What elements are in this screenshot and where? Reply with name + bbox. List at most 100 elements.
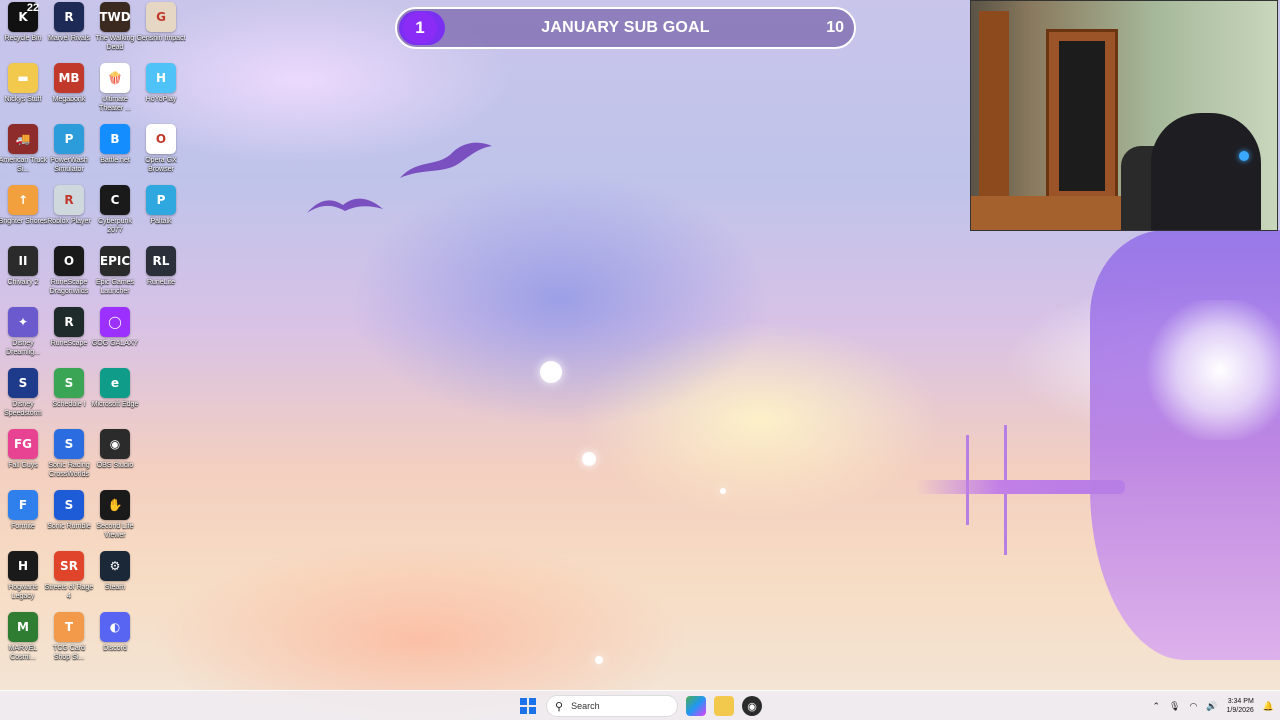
hoyoplay-icon: H [146, 63, 176, 93]
desktop-shortcut-label: Hogwarts Legacy [8, 584, 38, 600]
floating-island [1090, 230, 1280, 660]
desktop-shortcut[interactable]: C Cyberpunk 2077 [92, 183, 138, 244]
desktop-shortcut[interactable]: H HoYoPlay [138, 61, 184, 122]
closet-door [979, 11, 1009, 226]
desktop-shortcut[interactable]: S Sonic Racing CrossWorlds [46, 427, 92, 488]
desktop-shortcut-label: Chivalry 2 [7, 279, 39, 286]
empty-slot [138, 488, 184, 549]
desktop-shortcut-label: HoYoPlay [145, 96, 177, 103]
desktop-shortcut[interactable]: TWD The Walking Dead [92, 0, 138, 61]
desktop-shortcut-label: Cyberpunk 2077 [98, 218, 132, 234]
desktop-shortcut[interactable]: H Hogwarts Legacy [0, 549, 46, 610]
taskbar-clock[interactable]: 3:34 PM 1/9/2026 [1227, 697, 1254, 715]
desktop-shortcut-label: Second Life Viewer [96, 523, 134, 539]
desktop-shortcut[interactable]: ✋ Second Life Viewer [92, 488, 138, 549]
empty-slot [138, 366, 184, 427]
desktop-shortcut[interactable]: ✦ Disney Dreamlig... [0, 305, 46, 366]
desktop-shortcut[interactable]: MB Megabonk [46, 61, 92, 122]
desktop-shortcut[interactable]: T TCG Card Shop Si... [46, 610, 92, 671]
marvel-cosmic-icon: M [8, 612, 38, 642]
desktop-shortcut[interactable]: O RuneScape Dragonwilds [46, 244, 92, 305]
start-button[interactable] [520, 698, 536, 714]
system-tray: ⌃ 🎙 ◠ 🔊 3:34 PM 1/9/2026 🔔 [1152, 691, 1274, 720]
desktop-shortcut-label: Brighter Shores [0, 218, 48, 225]
schedule-icon: S [54, 368, 84, 398]
obs-icon: ◉ [100, 429, 130, 459]
desktop-shortcut-label: Schedule I [52, 401, 86, 408]
desktop-shortcut-label: RuneScape [50, 340, 88, 347]
desktop-shortcut[interactable]: K22Recycle Bin [0, 0, 46, 61]
clock-time: 3:34 PM [1227, 698, 1254, 705]
desktop-shortcut-label: TCG Card Shop Si... [53, 645, 85, 661]
desktop-shortcut[interactable]: ⚙ Steam [92, 549, 138, 610]
desktop-shortcut[interactable]: S Disney Speedstorm [0, 366, 46, 427]
desktop-shortcut[interactable]: FG Fall Guys [0, 427, 46, 488]
desktop-shortcut[interactable]: R Roblox Player [46, 183, 92, 244]
desktop-shortcut[interactable]: P PowerWash Simulator [46, 122, 92, 183]
desktop-shortcut-label: Disney Dreamlig... [6, 340, 40, 356]
taskbar-search[interactable]: ⚲ Search [546, 695, 678, 717]
speaker-icon[interactable]: 🔊 [1206, 701, 1217, 712]
wifi-icon[interactable]: ◠ [1189, 701, 1197, 712]
desktop-shortcut-label: RuneLite [146, 279, 176, 286]
desktop-shortcut[interactable]: M MARVEL Cosmi... [0, 610, 46, 671]
notification-bell-icon[interactable]: 🔔 [1263, 701, 1274, 712]
desktop-shortcut[interactable]: ◯ GOG GALAXY [92, 305, 138, 366]
desktop-shortcut-label: Sonic Racing CrossWorlds [48, 462, 90, 478]
desktop-shortcut-label: Megabonk [52, 96, 86, 103]
desktop-shortcut[interactable]: R Marvel Rivals [46, 0, 92, 61]
desktop-shortcut-label: Roblox Player [47, 218, 91, 225]
desktop-shortcut[interactable]: 🍿 Ultimate Theater ... [92, 61, 138, 122]
speedstorm-icon: S [8, 368, 38, 398]
megabonk-icon: MB [54, 63, 84, 93]
taskbar: ⚲ Search ◉ ⌃ 🎙 ◠ 🔊 3:34 PM 1/9/2026 🔔 [0, 690, 1280, 720]
desktop-shortcut[interactable]: S Schedule I [46, 366, 92, 427]
streamer [1151, 113, 1261, 230]
fall-guys-icon: FG [8, 429, 38, 459]
desktop-shortcut[interactable]: P Paltalk [138, 183, 184, 244]
sky-dock [915, 480, 1125, 494]
desktop-shortcut-label: Sonic Rumble [47, 523, 91, 530]
desktop-shortcut-label: Disney Speedstorm [4, 401, 42, 417]
desktop-shortcut[interactable]: 🚚 American Truck Si... [0, 122, 47, 183]
desktop-shortcut-label: Recycle Bin [4, 35, 42, 42]
desktop-shortcut[interactable]: R RuneScape [46, 305, 92, 366]
paltalk-icon: P [146, 185, 176, 215]
microphone-icon[interactable]: 🎙 [1169, 701, 1180, 712]
desktop-shortcut[interactable]: SR Streets of Rage 4 [45, 549, 93, 610]
desktop-shortcut-label: OBS Studio [96, 462, 134, 469]
desktop-shortcut[interactable]: G Genshin Impact [136, 0, 186, 61]
chevron-up-icon[interactable]: ⌃ [1152, 701, 1160, 712]
desktop-shortcut[interactable]: II Chivalry 2 [0, 244, 46, 305]
desktop-shortcut[interactable]: ◉ OBS Studio [92, 427, 138, 488]
bird-silhouette [307, 198, 383, 213]
desktop-shortcut[interactable]: RL RuneLite [138, 244, 184, 305]
file-explorer-icon[interactable] [714, 696, 734, 716]
desktop-shortcut[interactable]: EPIC Epic Games Launcher [92, 244, 138, 305]
steam-icon: ⚙ [100, 551, 130, 581]
desktop-shortcut-label: Paltalk [150, 218, 172, 225]
desktop-shortcut[interactable]: S Sonic Rumble [46, 488, 92, 549]
desktop-shortcut[interactable]: e Microsoft Edge [92, 366, 138, 427]
tcg-card-shop-icon: T [54, 612, 84, 642]
sonic-racing-icon: S [54, 429, 84, 459]
desktop-shortcut[interactable]: B Battle.net [92, 122, 138, 183]
desktop-shortcut-label: Battle.net [100, 157, 130, 164]
light-orb [582, 452, 596, 466]
desktop-shortcut[interactable]: ↑ Brighter Shores [0, 183, 48, 244]
popcorn-icon: 🍿 [100, 63, 130, 93]
headset-light [1239, 151, 1249, 161]
desktop-shortcut-label: Ultimate Theater ... [99, 96, 131, 112]
obs-icon[interactable]: ◉ [742, 696, 762, 716]
chivalry-icon: II [8, 246, 38, 276]
dragonwilds-icon: O [54, 246, 84, 276]
copilot-icon[interactable] [686, 696, 706, 716]
empty-slot [138, 427, 184, 488]
shoe-rack [1059, 41, 1105, 191]
desktop-shortcut[interactable]: O Opera GX Browser [138, 122, 184, 183]
desktop-shortcut[interactable]: ◐ Discord [92, 610, 138, 671]
light-orb [720, 488, 726, 494]
desktop-shortcut[interactable]: ▬ Nickys Stuff [0, 61, 46, 122]
desktop-shortcut[interactable]: F Fortnite [0, 488, 46, 549]
desktop-shortcut-label: Genshin Impact [136, 35, 186, 42]
